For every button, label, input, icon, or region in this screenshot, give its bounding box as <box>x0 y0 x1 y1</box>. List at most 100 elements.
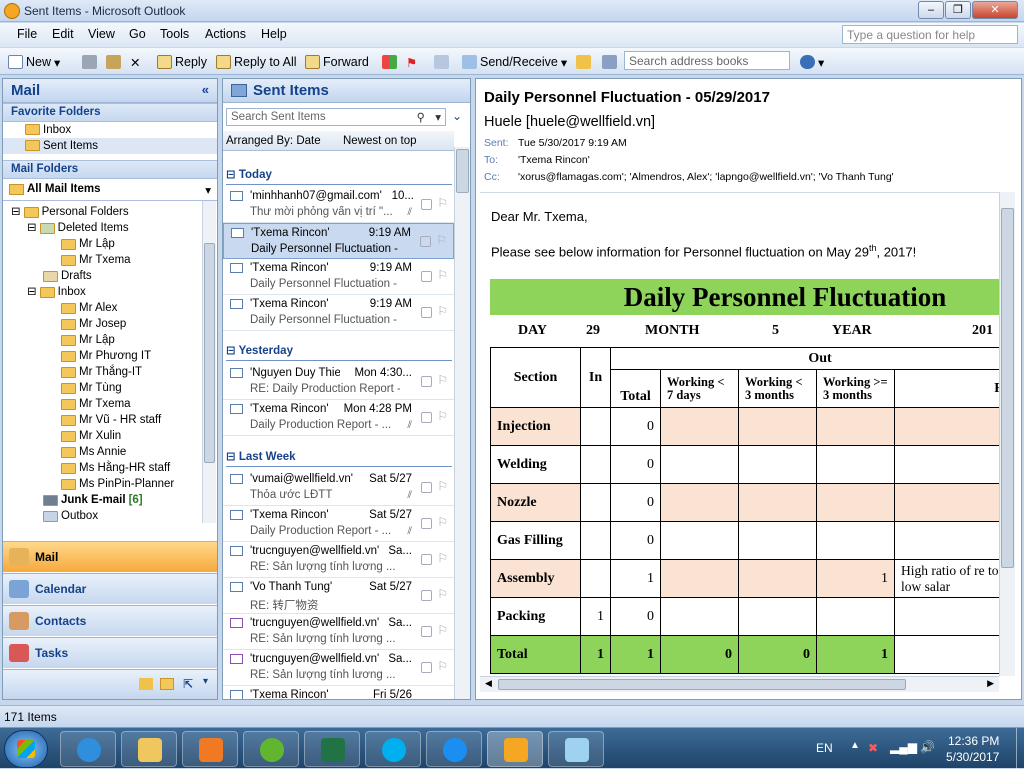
menu-go[interactable]: Go <box>129 27 146 41</box>
message-row[interactable]: 'Txema Rincon' Mon 4:28 PM Daily Productio… <box>223 400 454 436</box>
signal-icon[interactable]: ▂▄▆ <box>890 740 917 754</box>
category-checkbox[interactable] <box>420 236 431 247</box>
folder-scrollbar[interactable] <box>202 201 216 523</box>
scroll-left-icon[interactable]: ◀ <box>485 678 492 689</box>
address-book-search-input[interactable]: Search address books <box>624 51 790 70</box>
scroll-thumb[interactable] <box>498 679 906 690</box>
folder-item[interactable]: Mr Tùng <box>61 380 122 396</box>
nav-contacts-button[interactable]: Contacts <box>3 605 217 636</box>
folder-item[interactable]: Ms PinPin-Planner <box>61 476 174 492</box>
taskbar-outlook[interactable] <box>487 731 543 767</box>
message-row-selected[interactable]: 'Txema Rincon' 9:19 AM Daily Personnel Flu… <box>223 223 454 259</box>
message-row[interactable]: 'Txema Rincon' 9:19 AM Daily Personnel Flu… <box>223 259 454 295</box>
clock-date[interactable]: 5/30/2017 <box>946 750 999 764</box>
folder-inbox[interactable]: ⊟ Inbox <box>27 284 86 300</box>
flag-icon[interactable]: ⚐ <box>436 233 447 247</box>
folder-outbox[interactable]: Outbox <box>43 508 98 524</box>
category-checkbox[interactable] <box>421 376 432 387</box>
message-row[interactable]: 'vumai@wellfield.vn' Sat 5/27 Thỏa ước LĐT… <box>223 470 454 506</box>
all-mail-items-selector[interactable]: All Mail Items ▾ <box>3 179 217 201</box>
tools-button[interactable] <box>576 53 591 71</box>
delete-button[interactable]: ✕ <box>130 53 140 71</box>
flag-icon[interactable]: ⚐ <box>437 587 448 601</box>
to-recipients[interactable]: 'Txema Rincon' <box>518 154 590 166</box>
category-checkbox[interactable] <box>421 626 432 637</box>
menu-actions[interactable]: Actions <box>205 27 246 41</box>
category-checkbox[interactable] <box>421 271 432 282</box>
category-checkbox[interactable] <box>421 518 432 529</box>
group-yesterday[interactable]: ⊟ Yesterday <box>226 343 452 361</box>
folder-junk-email[interactable]: Junk E-mail [6] <box>43 492 143 508</box>
scroll-right-icon[interactable]: ▶ <box>987 678 994 689</box>
message-row[interactable]: 'trucnguyen@wellfield.vn' Sa... RE: Sản lư… <box>223 614 454 650</box>
flag-icon[interactable]: ⚐ <box>437 515 448 529</box>
taskbar-notes[interactable] <box>548 731 604 767</box>
nav-mail-button[interactable]: Mail <box>3 541 217 572</box>
flag-icon[interactable]: ⚐ <box>437 196 448 210</box>
category-checkbox[interactable] <box>421 307 432 318</box>
message-row[interactable]: 'minhhanh07@gmail.com' 10... Thư mời phỏng… <box>223 187 454 223</box>
nav-tasks-button[interactable]: Tasks <box>3 637 217 668</box>
menu-edit[interactable]: Edit <box>52 27 74 41</box>
message-row[interactable]: 'Txema Rincon' Fri 5/26 <box>223 686 454 699</box>
reading-vscrollbar[interactable] <box>999 192 1015 676</box>
folder-item[interactable]: Mr Lập <box>61 236 115 252</box>
folder-personal-folders[interactable]: ⊟ Personal Folders <box>11 204 129 220</box>
folder-item[interactable]: Ms Annie <box>61 444 126 460</box>
folder-item[interactable]: Mr Txema <box>61 396 131 412</box>
flag-icon[interactable]: ⚐ <box>437 623 448 637</box>
menu-file[interactable]: File <box>17 27 37 41</box>
category-checkbox[interactable] <box>421 590 432 601</box>
search-sent-items-input[interactable]: Search Sent Items ⚲ ▾ <box>226 108 446 126</box>
collapse-icon[interactable]: ⊟ <box>27 220 37 236</box>
collapse-icon[interactable]: ⊟ <box>27 284 37 300</box>
taskbar-excel[interactable] <box>304 731 360 767</box>
scroll-thumb[interactable] <box>204 243 215 463</box>
send-receive-button[interactable]: Send/Receive ▾ <box>462 53 567 71</box>
folder-item[interactable]: Mr Txema <box>61 252 131 268</box>
arranged-by-button[interactable]: Arranged By: Date <box>226 135 321 147</box>
tray-expand-icon[interactable]: ▲ <box>850 740 860 751</box>
flag-icon[interactable]: ⚐ <box>437 304 448 318</box>
category-checkbox[interactable] <box>421 412 432 423</box>
message-row[interactable]: 'Vo Thanh Tung' Sat 5/27 RE: 转厂物资 ⚐ <box>223 578 454 614</box>
taskbar-app-green[interactable] <box>243 731 299 767</box>
menu-tools[interactable]: Tools <box>160 27 189 41</box>
folder-item[interactable]: Ms Hằng-HR staff <box>61 460 170 476</box>
scroll-thumb[interactable] <box>456 149 469 193</box>
category-checkbox[interactable] <box>421 482 432 493</box>
clock-time[interactable]: 12:36 PM <box>948 734 999 748</box>
minimize-button[interactable]: – <box>918 1 944 19</box>
folder-item[interactable]: Mr Phương IT <box>61 348 151 364</box>
search-icon[interactable]: ⚲ <box>417 110 425 124</box>
message-row[interactable]: 'Nguyen Duy Thieu' Mon 4:30... RE: Daily P… <box>223 364 454 400</box>
category-checkbox[interactable] <box>421 199 432 210</box>
taskbar-media-player[interactable] <box>182 731 238 767</box>
sort-order-button[interactable]: Newest on top <box>343 135 417 147</box>
folder-item[interactable]: Mr Lập <box>61 332 115 348</box>
notes-icon[interactable] <box>139 678 153 690</box>
help-search-input[interactable]: Type a question for help <box>842 25 1018 44</box>
show-desktop-button[interactable] <box>1016 728 1024 769</box>
nav-calendar-button[interactable]: Calendar <box>3 573 217 604</box>
shortcuts-icon[interactable]: ⇱ <box>183 677 193 691</box>
flag-icon[interactable]: ⚐ <box>437 373 448 387</box>
address-book-button[interactable] <box>602 53 617 71</box>
fav-sent-items[interactable]: Sent Items <box>3 138 217 154</box>
flag-icon[interactable]: ⚐ <box>437 409 448 423</box>
help-button[interactable]: ▾ <box>800 53 824 71</box>
language-indicator[interactable]: EN <box>816 741 833 755</box>
maximize-button[interactable]: ❐ <box>945 1 971 19</box>
collapse-nav-icon[interactable]: « <box>202 82 209 97</box>
folder-list-icon[interactable] <box>160 678 174 690</box>
folder-deleted-items[interactable]: ⊟ Deleted Items <box>27 220 129 236</box>
folder-item[interactable]: Mr Xulin <box>61 428 121 444</box>
taskbar-internet-explorer[interactable] <box>60 731 116 767</box>
reply-all-button[interactable]: Reply to All <box>216 53 297 71</box>
reading-hscrollbar[interactable]: ◀ ▶ <box>480 676 999 692</box>
message-row[interactable]: 'Txema Rincon' Sat 5/27 Daily Production R… <box>223 506 454 542</box>
folder-item[interactable]: Mr Vũ - HR staff <box>61 412 161 428</box>
flag-icon[interactable]: ⚐ <box>437 268 448 282</box>
message-row[interactable]: 'Txema Rincon' 9:19 AM Daily Personnel Flu… <box>223 295 454 331</box>
flag-icon[interactable]: ⚐ <box>437 659 448 673</box>
